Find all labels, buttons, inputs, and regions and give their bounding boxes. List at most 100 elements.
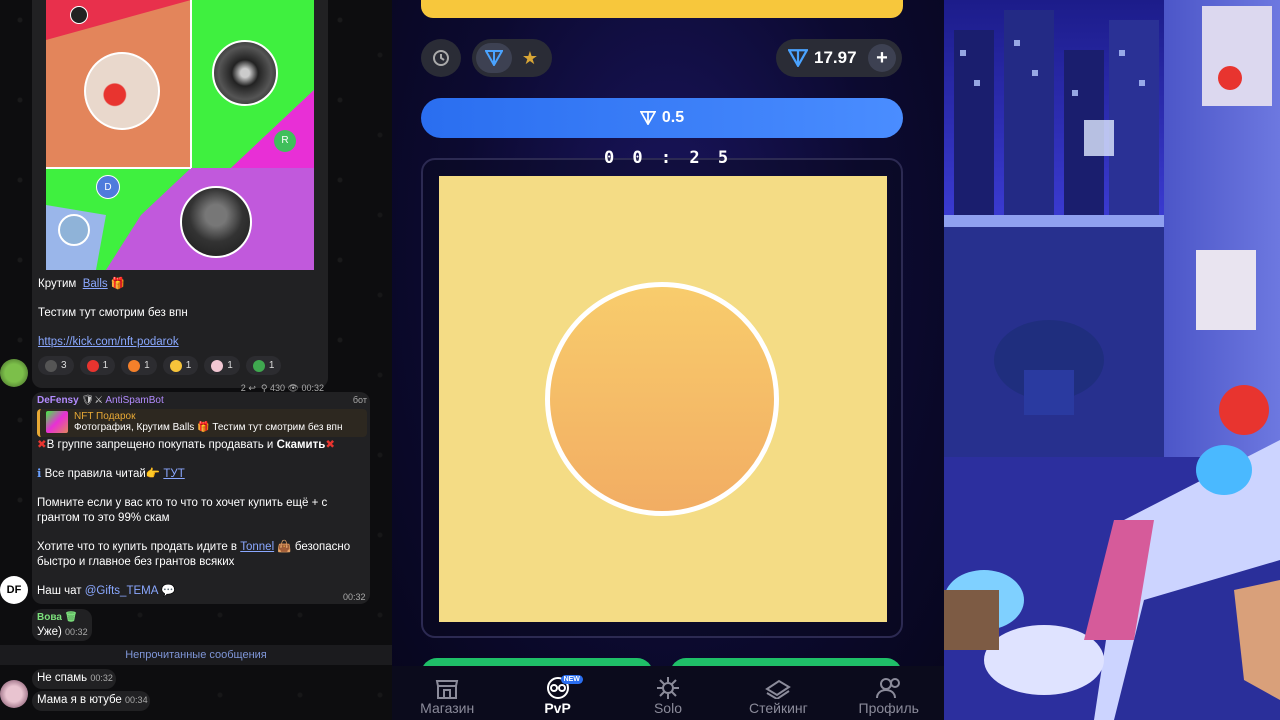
trash-icon: 🗑 [64, 612, 78, 623]
shield-icon: 🛡⚔ [81, 395, 104, 406]
vova-time: 00:32 [65, 627, 88, 637]
gift-icon: 🎁 [110, 278, 126, 290]
reaction-count: 3 [61, 360, 67, 371]
mode-toggle[interactable]: ★ [472, 39, 552, 77]
rule-b: Все правила читай [44, 468, 146, 480]
collage-photo-bw [212, 40, 278, 106]
new-badge: NEW [560, 675, 583, 684]
bet-value: 0.5 [661, 109, 685, 126]
gear-icon [654, 676, 682, 700]
history-icon [433, 50, 449, 66]
para2a: Хотите что то купить продать идите в [37, 541, 238, 553]
msg2-time: 00:34 [125, 695, 148, 705]
bot-avatar[interactable]: DF [0, 576, 28, 604]
game-panel: ★ 17.97 + 0.5 0 0 : 2 5 Магазин NEW PvP … [392, 0, 944, 720]
quote-title: NFT Подарок [74, 411, 136, 422]
msg2: Мама я в ютубе 00:34 [37, 694, 148, 706]
tab-profile[interactable]: Профиль [834, 666, 944, 720]
add-balance-button[interactable]: + [868, 44, 896, 72]
post-reactions: 3 1 1 1 1 1 [38, 356, 324, 375]
history-button[interactable] [421, 39, 461, 77]
reaction-plant-gift[interactable]: 1 [245, 356, 282, 375]
rules-link[interactable]: ТУТ [163, 468, 184, 480]
vova-name[interactable]: Вова [37, 612, 62, 623]
fire-icon [128, 359, 141, 372]
chat-panel: R D Крутим Balls 🎁 Тестим тут смотрим бе… [0, 0, 392, 720]
collage-badge-r: R [274, 130, 296, 152]
msg1: Не спамь 00:32 [37, 672, 113, 684]
bot-author[interactable]: DeFensy [37, 395, 79, 406]
quote-text: Фотография, Крутим Balls [74, 422, 195, 433]
ton-mode-button[interactable] [476, 43, 512, 73]
tab-label: Профиль [858, 700, 919, 716]
bot-author2[interactable]: AntiSpamBot [105, 395, 163, 406]
post-line1: Крутим [38, 278, 77, 290]
reaction-count: 1 [185, 360, 192, 371]
reaction-heart-gift[interactable]: 1 [79, 356, 116, 375]
collage-photo-small [58, 214, 90, 246]
speech-icon: 💬 [160, 585, 176, 597]
reaction-count: 1 [227, 360, 233, 371]
staking-icon [764, 676, 792, 700]
tab-pvp[interactable]: NEW PvP [503, 666, 613, 720]
star-mode-button[interactable]: ★ [512, 43, 548, 73]
user-avatar[interactable] [0, 680, 28, 708]
quote-thumb [46, 411, 68, 433]
reaction-user-stack[interactable]: 3 [38, 356, 74, 375]
reaction-fire[interactable]: 1 [121, 356, 157, 375]
vova-text: Уже) [37, 626, 62, 638]
vova-message: Вова 🗑 Уже) 00:32 [37, 611, 88, 639]
shop-icon [433, 676, 461, 700]
reaction-count: 1 [102, 360, 109, 371]
tab-solo[interactable]: Solo [613, 666, 723, 720]
bot-quote[interactable]: NFT Подарок Фотография, Крутим Balls 🎁 Т… [37, 409, 367, 437]
info-icon: ℹ [37, 468, 42, 480]
post-text: Крутим Balls 🎁 Тестим тут смотрим без вп… [38, 277, 324, 396]
chat-mention[interactable]: @Gifts_TEMA [85, 585, 158, 597]
plant-gift-icon [252, 359, 265, 372]
night-room-illustration [944, 0, 1280, 720]
post-balls-link[interactable]: Balls [83, 278, 108, 290]
rule-a-bold: Скамить [276, 439, 326, 451]
msg1-text: Не спамь [37, 672, 88, 684]
user-stack-icon [45, 359, 57, 372]
ton-icon [485, 50, 503, 66]
heart-gift-icon [86, 359, 99, 372]
bet-button[interactable]: 0.5 [421, 98, 903, 138]
bot-time: 00:32 [343, 592, 366, 602]
game-field[interactable] [439, 176, 887, 622]
collage-photo-tiny [70, 6, 88, 24]
balance-pill: 17.97 + [776, 39, 902, 77]
reaction-heart-eyes[interactable]: 1 [162, 356, 199, 375]
tab-label: PvP [544, 700, 571, 716]
reaction-count: 1 [144, 360, 150, 371]
quote-text2: Тестим тут смотрим без впн [212, 422, 343, 433]
post-line2: Тестим тут смотрим без впн [38, 307, 188, 319]
star-icon: ★ [521, 47, 539, 68]
tonnel-link[interactable]: Tonnel [240, 541, 274, 553]
tab-shop[interactable]: Магазин [392, 666, 502, 720]
tab-staking[interactable]: Стейкинг [723, 666, 833, 720]
cross-icon: ✖ [37, 439, 47, 451]
top-banner[interactable] [421, 0, 903, 18]
post-author-avatar[interactable] [0, 359, 28, 387]
pointing-hand-icon: 👉 [145, 468, 161, 480]
balance-value: 17.97 [814, 48, 857, 67]
bottom-tab-bar: Магазин NEW PvP Solo Стейкинг Профиль [392, 666, 944, 720]
post-url-link[interactable]: https://kick.com/nft-podarok [38, 335, 324, 350]
cross-icon: ✖ [325, 439, 335, 451]
reaction-count: 1 [268, 360, 275, 371]
unread-divider: Непрочитанные сообщения [0, 645, 392, 665]
gift-pink-icon [211, 359, 224, 372]
game-board [421, 158, 903, 638]
wheel-ball [545, 282, 779, 516]
bot-message: DeFensy 🛡⚔ AntiSpamBot бот NFT Подарок Ф… [37, 395, 367, 599]
rule-a: В группе запрещено покупать продавать и [46, 439, 274, 451]
reaction-gift-pink[interactable]: 1 [204, 356, 240, 375]
heart-eyes-icon [169, 359, 182, 372]
post-image-collage[interactable]: R D [46, 0, 314, 270]
para1: Помните если у вас кто то что то хочет к… [37, 497, 328, 524]
bot-header: DeFensy 🛡⚔ AntiSpamBot бот [37, 395, 367, 406]
profile-icon [875, 676, 903, 700]
collage-photo-dark [180, 186, 252, 258]
